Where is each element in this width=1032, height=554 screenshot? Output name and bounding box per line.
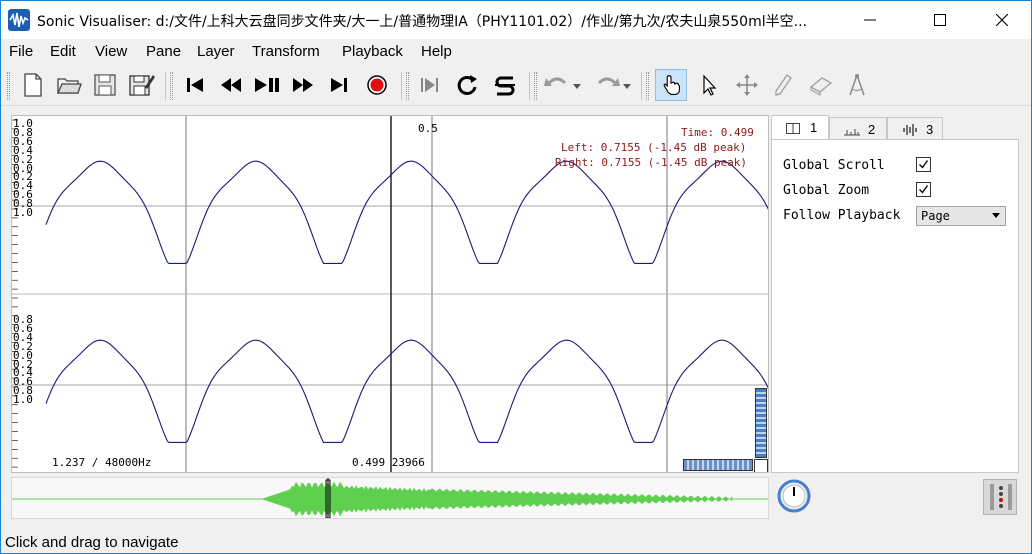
frame-position-label: 0.499 23966 bbox=[352, 456, 425, 469]
level-meter-icon[interactable] bbox=[983, 479, 1017, 515]
maximize-button[interactable] bbox=[917, 1, 963, 39]
waveform-icon bbox=[902, 124, 918, 139]
layout-icon bbox=[786, 122, 800, 137]
horizontal-zoom-wheel[interactable] bbox=[683, 459, 753, 471]
toolbar-separator bbox=[529, 72, 530, 100]
skip-to-end-icon[interactable] bbox=[323, 69, 355, 101]
play-pause-icon[interactable] bbox=[251, 69, 283, 101]
ruler-icon bbox=[844, 124, 860, 139]
menu-bar: File Edit View Pane Layer Transform Play… bbox=[1, 39, 1031, 66]
overview-envelope bbox=[261, 481, 733, 517]
tab-1-content: Global Scroll Global Zoom Follow Playbac… bbox=[771, 139, 1019, 473]
waveform-right-channel bbox=[45, 339, 768, 443]
global-scroll-label: Global Scroll bbox=[783, 158, 885, 173]
waveform-left-channel bbox=[45, 160, 768, 264]
tab-2[interactable]: 2 bbox=[829, 117, 887, 139]
toolbar-grip[interactable] bbox=[646, 72, 649, 100]
app-logo-icon bbox=[8, 9, 30, 31]
draw-pencil-icon[interactable] bbox=[767, 69, 799, 101]
menu-edit[interactable]: Edit bbox=[50, 43, 76, 60]
skip-to-start-icon[interactable] bbox=[179, 69, 211, 101]
menu-layer[interactable]: Layer bbox=[197, 43, 235, 60]
minimize-button[interactable] bbox=[847, 1, 893, 39]
toolbar-grip[interactable] bbox=[7, 72, 10, 100]
save-as-icon[interactable] bbox=[125, 69, 157, 101]
property-panel: 1 2 3 Global Scroll Global Zoom Follow P… bbox=[771, 115, 1019, 473]
fast-forward-icon[interactable] bbox=[287, 69, 319, 101]
follow-playback-value: Page bbox=[921, 209, 950, 223]
playback-speed-dial[interactable] bbox=[777, 479, 811, 513]
navigate-hand-icon[interactable] bbox=[655, 69, 687, 101]
global-zoom-checkbox[interactable] bbox=[916, 182, 931, 197]
follow-playback-select[interactable]: Page bbox=[916, 206, 1006, 226]
status-text: Click and drag to navigate bbox=[5, 534, 179, 551]
menu-pane[interactable]: Pane bbox=[146, 43, 181, 60]
waveform-pane[interactable]: 0.5 Time: 0.499 Left: 0.7155 (-1.45 dB p… bbox=[11, 115, 769, 473]
overview-strip[interactable] bbox=[11, 477, 769, 519]
chevron-down-icon bbox=[992, 213, 1000, 218]
close-button[interactable] bbox=[979, 1, 1025, 39]
open-folder-icon[interactable] bbox=[53, 69, 85, 101]
toolbar-grip[interactable] bbox=[534, 72, 537, 100]
play-selection-icon[interactable] bbox=[413, 69, 445, 101]
scale-tick-label: 1.0 bbox=[13, 393, 33, 407]
toolbar-grip[interactable] bbox=[170, 72, 173, 100]
record-icon[interactable] bbox=[361, 69, 393, 101]
save-icon[interactable] bbox=[89, 69, 121, 101]
toolbar bbox=[1, 66, 1031, 106]
window-title: Sonic Visualiser: d:/文件/上科大云盘同步文件夹/大一上/普… bbox=[37, 14, 807, 30]
toolbar-grip[interactable] bbox=[406, 72, 409, 100]
zoom-level-label: 1.237 / 48000Hz bbox=[52, 456, 152, 469]
select-arrow-icon[interactable] bbox=[693, 69, 725, 101]
left-channel-readout: Left: 0.7155 (-1.45 dB peak) bbox=[561, 141, 747, 154]
measure-icon[interactable] bbox=[841, 69, 873, 101]
zoom-reset-button[interactable] bbox=[754, 459, 768, 472]
scale-tick-label: 1.0 bbox=[13, 206, 33, 219]
overview-waveform[interactable] bbox=[12, 478, 769, 519]
new-file-icon[interactable] bbox=[17, 69, 49, 101]
erase-icon[interactable] bbox=[805, 69, 837, 101]
loop-icon[interactable] bbox=[451, 69, 483, 101]
undo-dropdown-icon[interactable] bbox=[569, 69, 585, 101]
menu-playback[interactable]: Playback bbox=[342, 43, 403, 60]
title-bar[interactable]: Sonic Visualiser: d:/文件/上科大云盘同步文件夹/大一上/普… bbox=[1, 1, 1031, 39]
toolbar-separator bbox=[401, 72, 402, 100]
time-readout: Time: 0.499 bbox=[681, 126, 754, 139]
main-window: Sonic Visualiser: d:/文件/上科大云盘同步文件夹/大一上/普… bbox=[0, 0, 1032, 554]
vertical-zoom-wheel[interactable] bbox=[755, 388, 767, 458]
toolbar-separator bbox=[165, 72, 166, 100]
solo-icon[interactable] bbox=[489, 69, 521, 101]
cursor-time-label: 0.5 bbox=[418, 122, 438, 135]
redo-dropdown-icon[interactable] bbox=[619, 69, 635, 101]
tab-3[interactable]: 3 bbox=[887, 117, 943, 139]
follow-playback-label: Follow Playback bbox=[783, 208, 901, 223]
waveform-canvas[interactable] bbox=[12, 116, 769, 473]
rewind-icon[interactable] bbox=[215, 69, 247, 101]
global-zoom-label: Global Zoom bbox=[783, 183, 870, 198]
menu-transform[interactable]: Transform bbox=[252, 43, 320, 60]
right-channel-readout: Right: 0.7155 (-1.45 dB peak) bbox=[555, 156, 748, 169]
status-bar: Click and drag to navigate bbox=[1, 531, 1031, 553]
menu-help[interactable]: Help bbox=[421, 43, 452, 60]
menu-file[interactable]: File bbox=[9, 43, 33, 60]
menu-view[interactable]: View bbox=[95, 43, 127, 60]
global-scroll-checkbox[interactable] bbox=[916, 157, 931, 172]
move-icon[interactable] bbox=[731, 69, 763, 101]
toolbar-separator bbox=[641, 72, 642, 100]
tab-1[interactable]: 1 bbox=[771, 115, 829, 140]
